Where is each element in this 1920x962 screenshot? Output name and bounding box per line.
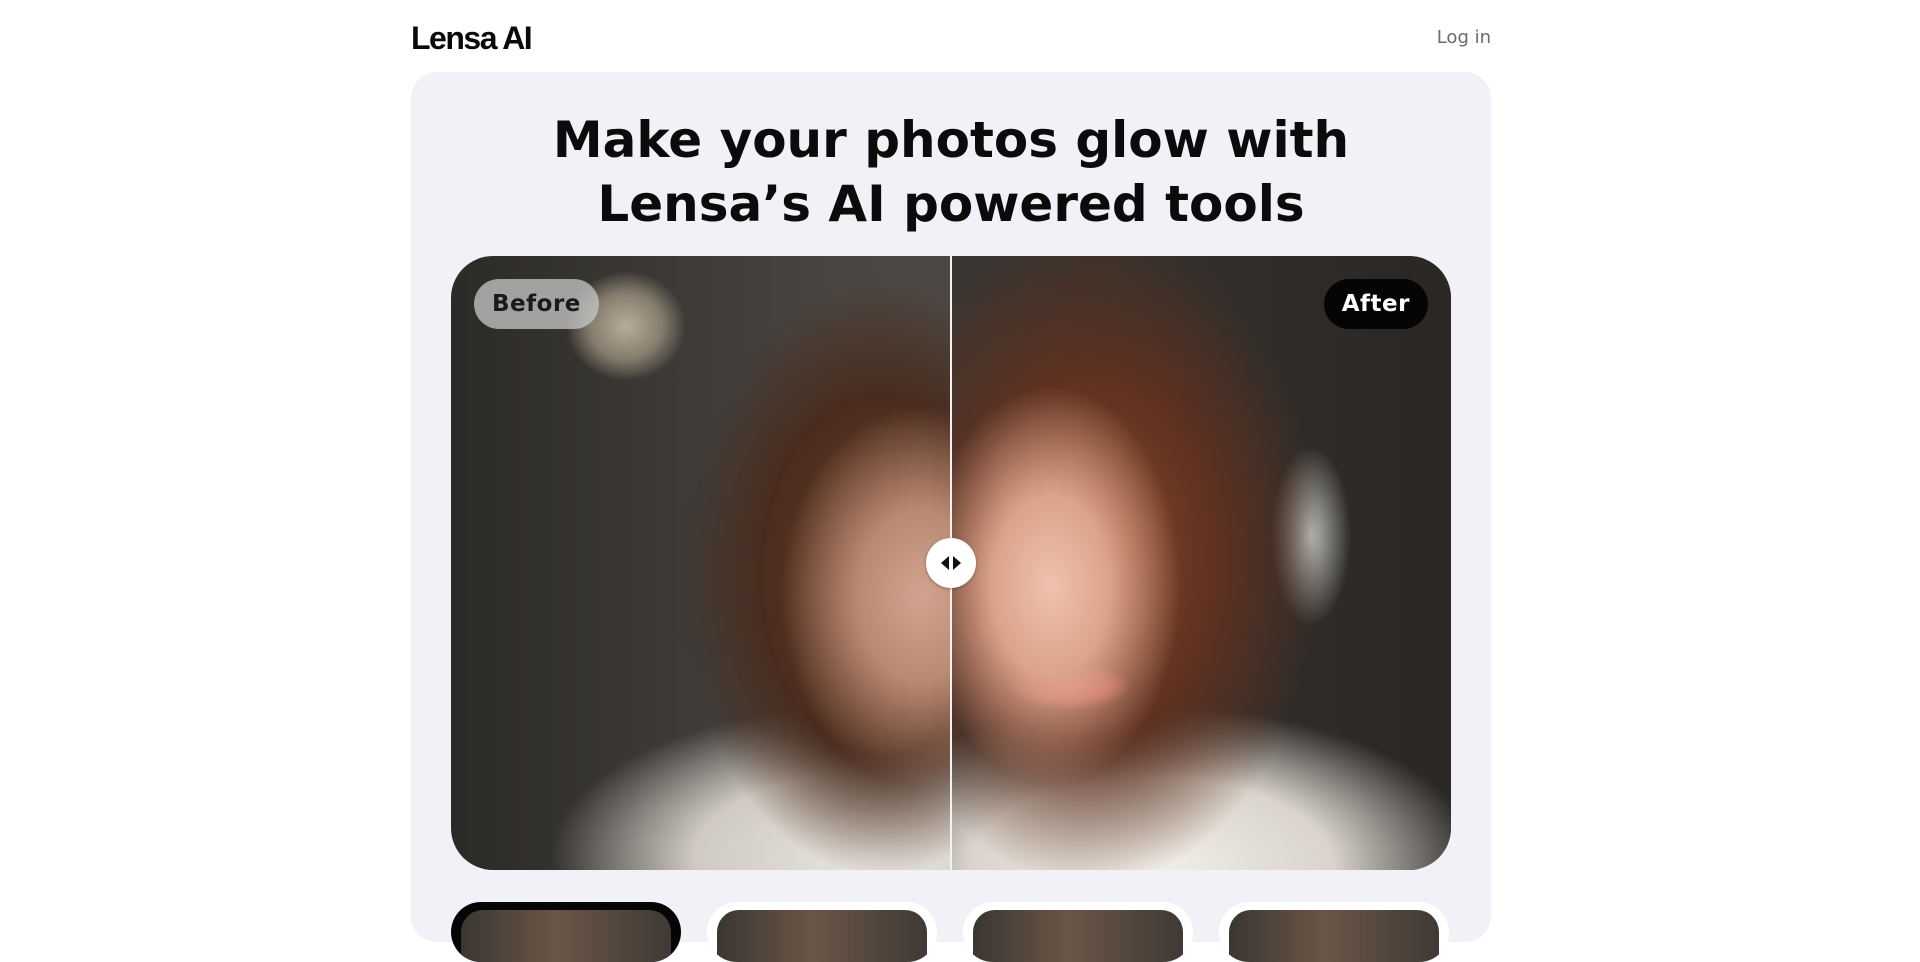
arrows-left-right-icon [941, 556, 961, 570]
tool-thumbnail[interactable] [1219, 902, 1449, 962]
headline-line-2: Lensa’s AI powered tools [597, 175, 1305, 233]
tool-thumbnail[interactable] [707, 902, 937, 962]
log-in-link[interactable]: Log in [1437, 27, 1491, 48]
hero-headline: Make your photos glow with Lensa’s AI po… [411, 108, 1491, 236]
tool-thumbnails [451, 902, 1451, 962]
site-header: Lensa AI Log in [411, 0, 1491, 72]
headline-line-1: Make your photos glow with [552, 111, 1350, 169]
before-badge: Before [474, 279, 599, 329]
hero-panel: Make your photos glow with Lensa’s AI po… [411, 72, 1491, 962]
comparison-slider-handle[interactable] [926, 538, 976, 588]
lensa-logo[interactable]: Lensa AI [411, 20, 533, 57]
before-after-comparison[interactable]: Before After [451, 256, 1451, 870]
after-badge: After [1323, 279, 1428, 329]
tool-thumbnail[interactable] [451, 902, 681, 962]
tool-thumbnail[interactable] [963, 902, 1193, 962]
